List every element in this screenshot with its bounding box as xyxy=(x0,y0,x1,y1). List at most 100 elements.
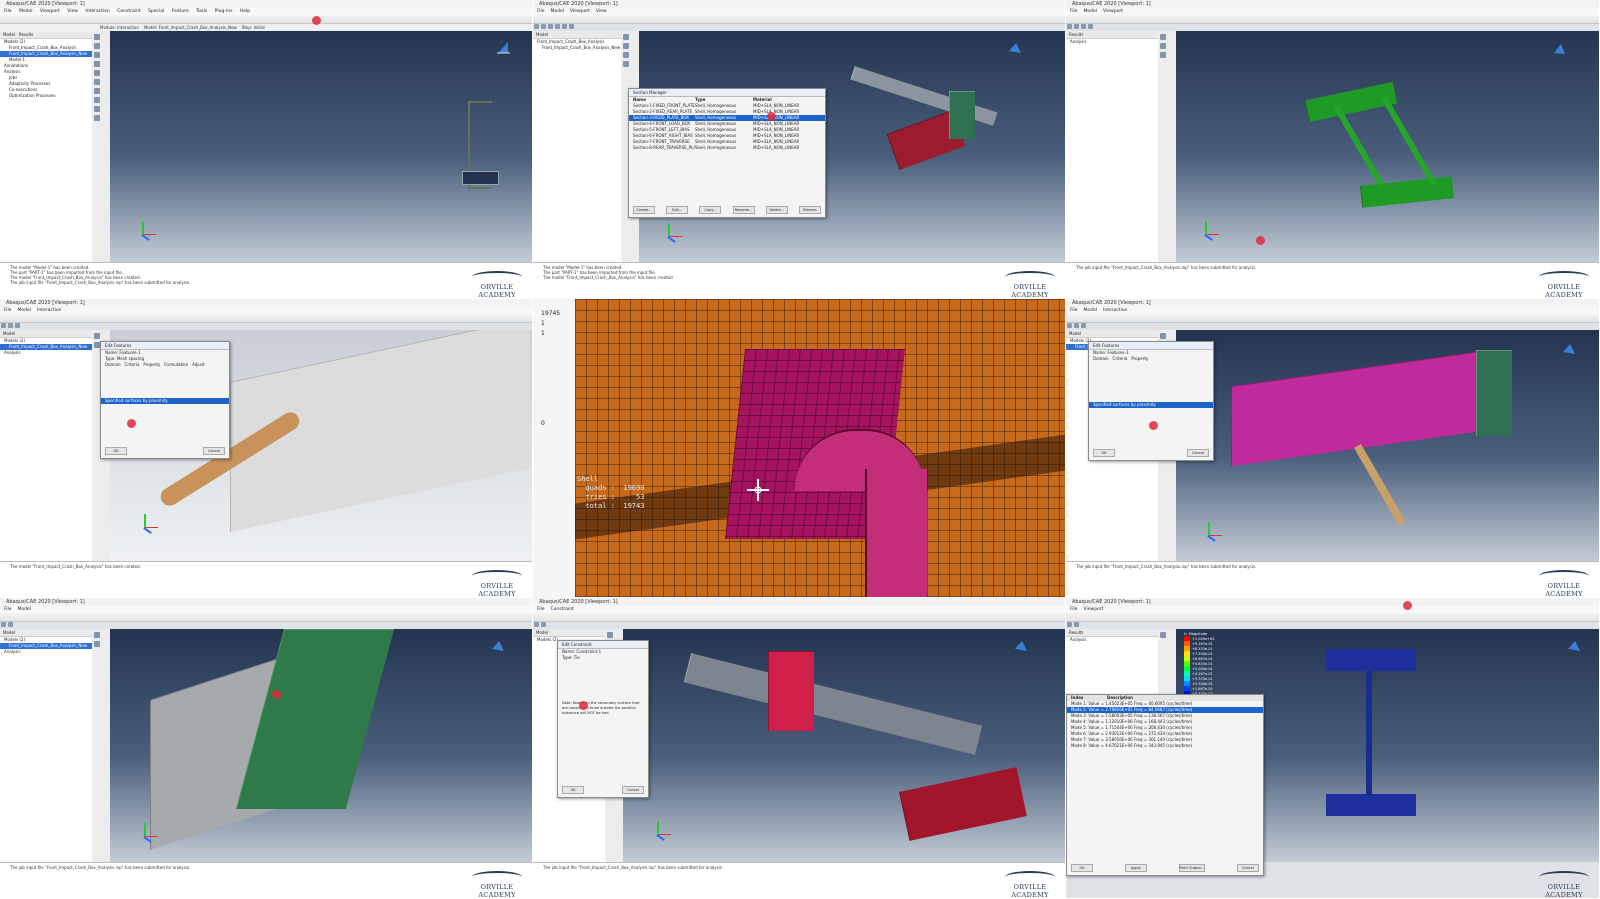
tool-icon[interactable] xyxy=(94,61,100,67)
proximity-option[interactable]: Specified surfaces by proximity xyxy=(101,398,229,404)
tool-icon[interactable] xyxy=(94,333,100,339)
context-bar[interactable]: Module: Interaction Model: Front_Impact_… xyxy=(0,24,532,31)
menu-plugins[interactable]: Plug-ins xyxy=(215,9,233,14)
tool-icon[interactable] xyxy=(94,70,100,76)
menu-feature[interactable]: Feature xyxy=(172,9,189,14)
tool-icon[interactable] xyxy=(1160,43,1166,49)
menu-viewport[interactable]: Viewport xyxy=(570,9,590,14)
tab-model[interactable]: Model xyxy=(536,32,548,37)
tab-formulation[interactable]: Formulation xyxy=(164,362,188,368)
main-toolbar[interactable] xyxy=(0,15,532,29)
viewport[interactable] xyxy=(623,629,1065,862)
tool-icon[interactable] xyxy=(94,115,100,121)
model-tree[interactable]: Model Models (2) Front_Impact_Crash_Box_… xyxy=(0,330,93,561)
tab-model[interactable]: Model xyxy=(3,331,15,336)
menu-help[interactable]: Help xyxy=(240,9,250,14)
dialog-buttons[interactable]: OK Cancel xyxy=(105,447,225,455)
model-tree[interactable]: Model Front_Impact_Crash_Box_Analysis Fr… xyxy=(533,31,622,262)
tool-icon[interactable] xyxy=(569,23,574,29)
tree-item[interactable]: Analysis xyxy=(0,649,92,655)
tool-icon[interactable] xyxy=(534,23,539,29)
tool-icon[interactable] xyxy=(1160,34,1166,40)
menu-file[interactable]: File xyxy=(1070,9,1078,14)
tool-icon[interactable] xyxy=(534,621,539,627)
tool-icon[interactable] xyxy=(94,34,100,40)
frequency-table[interactable]: Mode 1: Value = 1.45023E+05 Freq = 60.60… xyxy=(1067,701,1263,749)
tool-icon[interactable] xyxy=(1067,23,1072,29)
menu-file[interactable]: File xyxy=(1070,607,1078,612)
apply-button[interactable]: Apply xyxy=(1124,864,1147,872)
viewport[interactable] xyxy=(110,629,532,862)
dialog-tabs[interactable]: Domain Criteria Property xyxy=(1089,356,1213,362)
create-button[interactable]: Create... xyxy=(633,206,655,214)
tree-item[interactable]: Analysis xyxy=(0,350,92,356)
tool-icon[interactable] xyxy=(8,621,13,627)
tool-icon[interactable] xyxy=(555,23,560,29)
tree-tabs[interactable]: Model xyxy=(533,629,605,637)
tool-icon[interactable] xyxy=(1067,621,1072,627)
tree-tabs[interactable]: Results xyxy=(1066,31,1158,39)
ok-button[interactable]: OK xyxy=(562,786,584,794)
tool-icon[interactable] xyxy=(1074,322,1079,328)
edit-features-dialog[interactable]: Edit Features Name: Features-1 Domain Cri… xyxy=(1088,341,1214,461)
menu-bar[interactable]: File Model Viewport xyxy=(1066,8,1599,15)
menu-file[interactable]: File xyxy=(4,308,12,313)
tool-icon[interactable] xyxy=(94,88,100,94)
tool-icon[interactable] xyxy=(1160,52,1166,58)
menu-viewport[interactable]: Viewport xyxy=(1103,9,1123,14)
main-toolbar[interactable] xyxy=(1066,15,1599,29)
tool-icon[interactable] xyxy=(1088,23,1093,29)
main-toolbar[interactable] xyxy=(533,613,1065,627)
dialog-tabs[interactable]: Domain Criteria Property Formulation Adjust xyxy=(101,362,229,368)
tool-icon[interactable] xyxy=(1074,23,1079,29)
table-row[interactable]: Section-8-REAR_TRAVERSE_PLATE Shell, Homo… xyxy=(629,145,825,151)
menu-file[interactable]: File xyxy=(1070,308,1078,313)
tool-icon[interactable] xyxy=(94,43,100,49)
delete-button[interactable]: Delete... xyxy=(765,206,788,214)
menu-viewport[interactable]: Viewport xyxy=(40,9,60,14)
tool-icon[interactable] xyxy=(1160,333,1166,339)
menu-interaction[interactable]: Interaction xyxy=(37,308,61,313)
tab-results[interactable]: Results xyxy=(1069,32,1083,37)
field-output-button[interactable]: Field Output... xyxy=(1178,864,1206,872)
tab-model[interactable]: Model xyxy=(536,630,548,635)
view-cube-icon[interactable] xyxy=(490,639,506,655)
tool-icon[interactable] xyxy=(1067,322,1072,328)
tool-icon[interactable] xyxy=(94,632,100,638)
tool-icon[interactable] xyxy=(15,322,20,328)
menu-tools[interactable]: Tools xyxy=(196,9,207,14)
tool-icon[interactable] xyxy=(541,23,546,29)
tool-icon[interactable] xyxy=(94,52,100,58)
menu-model[interactable]: Model xyxy=(19,9,33,14)
tool-icon[interactable] xyxy=(1081,322,1086,328)
module-select[interactable]: Interaction xyxy=(117,25,139,30)
edit-button[interactable]: Edit... xyxy=(666,206,689,214)
tool-icon[interactable] xyxy=(541,621,546,627)
tool-icon[interactable] xyxy=(94,97,100,103)
tree-item[interactable]: Optimization Processes xyxy=(0,93,92,99)
step-select[interactable]: Initial xyxy=(254,25,265,30)
tool-icon[interactable] xyxy=(623,52,629,58)
results-tree[interactable]: Results Analysis xyxy=(1066,31,1159,262)
view-cube-icon[interactable] xyxy=(495,39,511,55)
menu-file[interactable]: File xyxy=(4,9,12,14)
menu-bar[interactable]: File Model Viewport View xyxy=(533,8,1065,15)
menu-file[interactable]: File xyxy=(537,607,545,612)
viewport[interactable] xyxy=(1176,31,1599,262)
tool-icon[interactable] xyxy=(94,641,100,647)
menu-constraint[interactable]: Constraint xyxy=(117,9,140,14)
model-tree[interactable]: Model Models (2) Front_Impact_Crash_Box_… xyxy=(0,629,93,862)
tab-property[interactable]: Property xyxy=(1131,356,1148,362)
tab-model[interactable]: Model xyxy=(3,32,15,37)
tool-icon[interactable] xyxy=(623,61,629,67)
tree-tabs[interactable]: Model Results xyxy=(0,31,92,39)
menu-view[interactable]: View xyxy=(67,9,78,14)
tool-icon[interactable] xyxy=(1081,23,1086,29)
tool-icon[interactable] xyxy=(548,23,553,29)
tab-domain[interactable]: Domain xyxy=(105,362,121,368)
cancel-button[interactable]: Cancel xyxy=(622,786,644,794)
tab-model[interactable]: Model xyxy=(1069,331,1081,336)
tree-item[interactable] xyxy=(533,51,621,57)
edit-constraint-dialog[interactable]: Edit Constraint Name: Constraint-1 Type:… xyxy=(557,640,649,798)
view-cube-icon[interactable] xyxy=(1007,41,1023,57)
